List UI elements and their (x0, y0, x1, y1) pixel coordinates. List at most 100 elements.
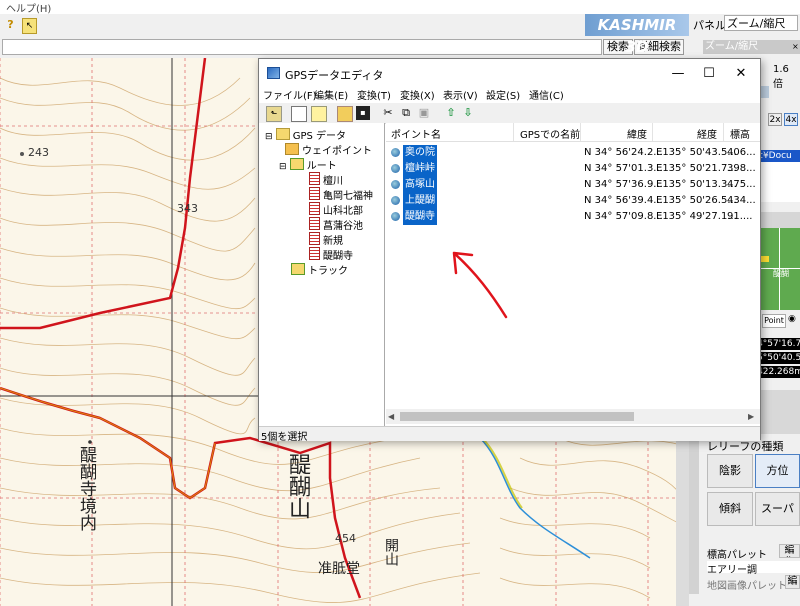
annotation-arrow (452, 251, 508, 319)
menu-convert-x[interactable]: 変換(X) (400, 87, 435, 102)
tree-node-track[interactable]: トラック (291, 262, 348, 277)
tree-route-item[interactable]: 檀川 (309, 172, 343, 187)
route-icon (309, 232, 320, 245)
list-row[interactable]: 檀峠峠 N 34° 57'01.3... E135° 50'21.7... 39… (386, 161, 760, 177)
col-gps-name[interactable]: GPSでの名前 (520, 126, 580, 141)
search-row: 検索 詳細検索 (0, 38, 684, 58)
up-level-icon[interactable]: ⬑ (266, 106, 282, 122)
zoom-2x-button[interactable]: 2x (768, 113, 782, 126)
list-row[interactable]: 奥の院 N 34° 56'24.2... E135° 50'43.5... 40… (386, 145, 760, 161)
tree-node-waypoint[interactable]: ウェイポイント (285, 142, 372, 157)
download-icon[interactable]: ⇩ (461, 106, 475, 120)
col-point-name[interactable]: ポイント名 (391, 126, 441, 141)
point-tab[interactable]: Point (762, 314, 786, 328)
route-icon (309, 217, 320, 230)
tree-node-gps-data[interactable]: ⊟ GPS データ (265, 127, 346, 142)
super-button[interactable]: スーパー (755, 492, 800, 526)
waypoint-icon (391, 196, 400, 205)
slope-button[interactable]: 傾斜 (707, 492, 753, 526)
direction-button[interactable]: 方位 (755, 454, 800, 488)
shade-button[interactable]: 陰影 (707, 454, 753, 488)
waypoint-icon (391, 148, 400, 157)
search-input[interactable] (2, 39, 602, 55)
copy-icon[interactable]: ⧉ (399, 106, 413, 120)
col-longitude[interactable]: 経度 (697, 126, 717, 141)
scroll-right-icon[interactable]: ▶ (748, 412, 754, 421)
panel-select[interactable]: ズーム/縮尺 (724, 15, 798, 31)
zoom-section-header: ズーム/縮尺 (703, 40, 800, 54)
paste-icon[interactable]: ▣ (417, 106, 431, 120)
waypoint-icon (391, 180, 400, 189)
row-lat: N 34° 57'09.8... (584, 211, 663, 222)
map-image-palette-edit-button[interactable]: 編 (785, 575, 800, 589)
coord-lat: 4°57'16.72 (757, 338, 800, 350)
col-latitude[interactable]: 緯度 (627, 126, 647, 141)
gps-point-list: ポイント名 GPSでの名前 緯度 経度 標高 奥の院 N 34° 56'24.2… (386, 123, 760, 426)
menu-file[interactable]: ファイル(F) (263, 87, 317, 102)
menu-view[interactable]: 表示(V) (443, 87, 478, 102)
daigoji-keidai-label: 醍醐寺境内 (76, 446, 96, 531)
zoom-4x-button[interactable]: 4x (784, 113, 798, 126)
list-row[interactable]: 醍醐寺 N 34° 57'09.8... E135° 49'27.1... 91… (386, 209, 760, 225)
gps-window-title: GPSデータエディタ (285, 69, 384, 82)
waypoint-icon (391, 164, 400, 173)
app-icon (267, 67, 280, 79)
folder-icon (275, 128, 290, 140)
tree-route-item[interactable]: 新規 (309, 232, 343, 247)
row-lon: E135° 50'21.7... (656, 163, 737, 174)
elevation-343-label: 343 (177, 202, 198, 215)
row-elev: 406... (727, 147, 756, 158)
row-lon: E135° 50'26.5... (656, 195, 737, 206)
status-text: 5個を選択 (261, 432, 308, 443)
upload-icon[interactable]: ⇧ (444, 106, 458, 120)
tree-route-item[interactable]: 菖蒲谷池 (309, 217, 363, 232)
elev-palette-value[interactable]: エアリー調 (707, 561, 800, 576)
route-folder-icon (289, 158, 304, 170)
globe-icon[interactable]: ◉ (788, 314, 800, 328)
panel-label: パネル (693, 19, 726, 32)
tree-route-item[interactable]: 醍醐寺 (309, 247, 353, 262)
new-file-icon[interactable] (291, 106, 307, 122)
collapse-icon[interactable]: ⊟ (279, 162, 287, 172)
gps-data-editor-window: GPSデータエディタ — ☐ ✕ ファイル(F) 編集(E) 変換(T) 変換(… (258, 58, 761, 443)
menu-comm[interactable]: 通信(C) (529, 87, 564, 102)
elev-palette-edit-button[interactable]: 編集 (779, 544, 800, 558)
new-folder-icon[interactable] (311, 106, 327, 122)
tree-node-route[interactable]: ⊟ ルート (279, 157, 337, 172)
scroll-left-icon[interactable]: ◀ (388, 412, 394, 421)
gps-statusbar: 5個を選択 (259, 426, 760, 443)
location-marker-icon (761, 256, 769, 262)
maximize-button[interactable]: ☐ (694, 64, 724, 84)
pointer-help-icon[interactable]: ↖ (22, 18, 37, 34)
horizontal-scrollbar[interactable]: ◀ ▶ (386, 409, 760, 424)
menu-settings[interactable]: 設定(S) (486, 87, 520, 102)
tree-route-item[interactable]: 山科北部 (309, 202, 363, 217)
row-name: 醍醐寺 (403, 209, 437, 225)
overview-place-label: 醍醐 (773, 269, 789, 278)
row-lon: E135° 50'13.3... (656, 179, 737, 190)
close-button[interactable]: ✕ (726, 64, 756, 84)
row-lon: E135° 49'27.1... (656, 211, 737, 222)
gps-toolbar: ⬑ ▪ ✂ ⧉ ▣ ⇧ ⇩ (259, 103, 760, 124)
collapse-icon[interactable]: ⊟ (265, 132, 273, 142)
coord-lon: 5°50'40.56 (757, 352, 800, 364)
waypoint-folder-icon (285, 143, 299, 155)
kashmir-logo: KASHMIR 3D (585, 14, 689, 56)
cut-icon[interactable]: ✂ (381, 106, 395, 120)
list-row[interactable]: 高塚山 N 34° 57'36.9... E135° 50'13.3... 47… (386, 177, 760, 193)
close-icon[interactable]: × (792, 42, 800, 52)
menu-convert-t[interactable]: 変換(T) (357, 87, 391, 102)
row-elev: 475... (727, 179, 756, 190)
col-elevation[interactable]: 標高 (730, 126, 750, 141)
tree-route-item[interactable]: 亀岡七福神 (309, 187, 373, 202)
open-icon[interactable] (337, 106, 353, 122)
scroll-thumb[interactable] (400, 412, 634, 421)
row-name: 上醍醐 (403, 193, 437, 209)
map-image-palette-label: 地図画像パレット (707, 581, 787, 592)
save-icon[interactable]: ▪ (356, 106, 370, 120)
menu-help[interactable]: ヘルプ(H) (6, 0, 51, 15)
menu-edit[interactable]: 編集(E) (314, 87, 348, 102)
help-icon[interactable]: ? (4, 18, 17, 32)
minimize-button[interactable]: — (663, 64, 693, 84)
list-row[interactable]: 上醍醐 N 34° 56'39.4... E135° 50'26.5... 43… (386, 193, 760, 209)
